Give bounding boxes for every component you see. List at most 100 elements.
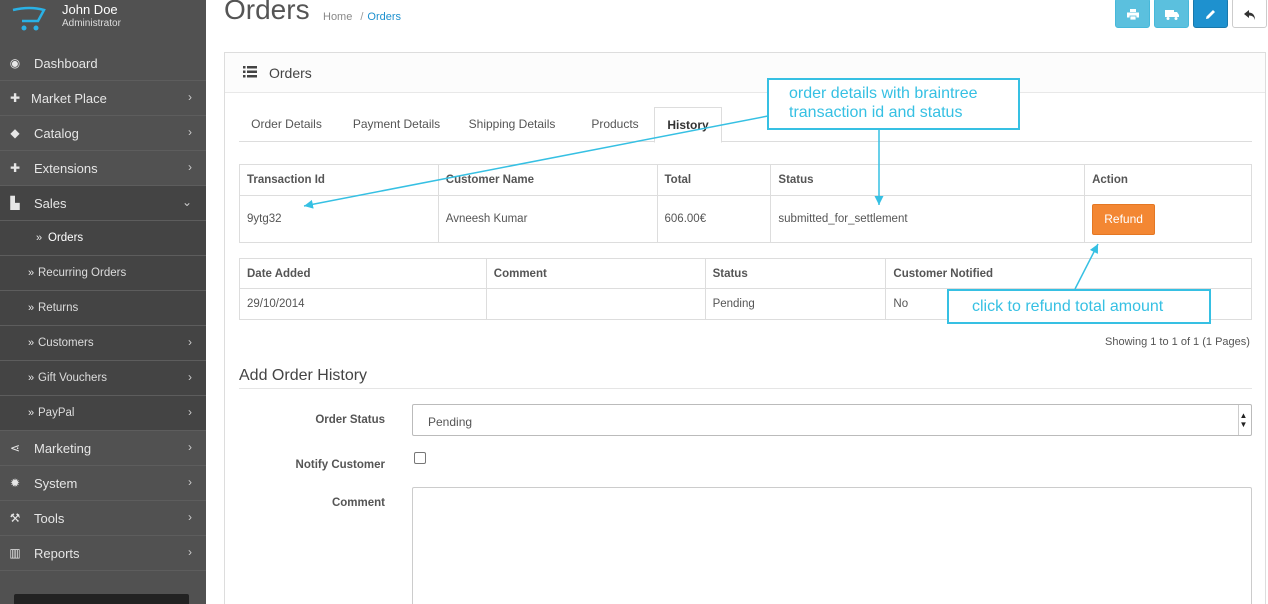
chevron-right-icon: › bbox=[188, 440, 192, 454]
column-header: Transaction Id bbox=[239, 164, 439, 196]
menu-item-sales[interactable]: ▙ Sales ⌄ bbox=[0, 186, 206, 221]
submenu-item-customers[interactable]: » Customers › bbox=[0, 326, 206, 361]
user-role: Administrator bbox=[62, 18, 121, 29]
menu-item-dashboard[interactable]: ◉ Dashboard bbox=[0, 46, 206, 81]
menu-item-marketing[interactable]: ⋖ Marketing › bbox=[0, 431, 206, 466]
gear-icon: ✹ bbox=[9, 476, 21, 490]
chevron-right-icon: › bbox=[188, 125, 192, 139]
tab-payment-details[interactable]: Payment Details bbox=[344, 107, 449, 142]
menu-item-system[interactable]: ✹ System › bbox=[0, 466, 206, 501]
shipping-button[interactable] bbox=[1154, 0, 1189, 28]
sidebar: John Doe Administrator ◉ Dashboard ✚ Mar… bbox=[0, 0, 206, 604]
history-status: Pending bbox=[704, 288, 887, 320]
breadcrumb-home[interactable]: Home bbox=[323, 11, 352, 23]
double-chevron-icon: » bbox=[27, 372, 35, 384]
double-chevron-icon: » bbox=[27, 407, 35, 419]
user-profile[interactable]: John Doe Administrator bbox=[0, 0, 206, 46]
annotation-order-details: order details with braintree transaction… bbox=[767, 78, 1020, 130]
column-header: Date Added bbox=[239, 258, 487, 289]
section-title: Add Order History bbox=[239, 367, 368, 384]
pagination-text: Showing 1 to 1 of 1 (1 Pages) bbox=[1105, 336, 1250, 348]
pencil-icon bbox=[1206, 10, 1215, 20]
order-status-label: Order Status bbox=[315, 414, 385, 426]
sidebar-footer-bar bbox=[14, 594, 189, 604]
user-name: John Doe bbox=[62, 2, 118, 17]
menu-item-label: Marketing bbox=[34, 441, 92, 456]
menu-item-label: Dashboard bbox=[34, 56, 98, 71]
submenu-item-orders[interactable]: » Orders bbox=[0, 221, 206, 256]
annotation-refund: click to refund total amount bbox=[947, 289, 1211, 324]
menu-item-label: Extensions bbox=[34, 161, 98, 176]
menu-item-label: Gift Vouchers bbox=[38, 372, 108, 384]
double-chevron-icon: » bbox=[27, 337, 35, 349]
page-title: Orders bbox=[224, 0, 310, 25]
print-button[interactable] bbox=[1115, 0, 1150, 28]
wrench-icon: ⚒ bbox=[9, 511, 21, 525]
menu-item-reports[interactable]: ▥ Reports › bbox=[0, 536, 206, 571]
menu-item-extensions[interactable]: ✚ Extensions › bbox=[0, 151, 206, 186]
caret-down-icon: ▲ ▼ bbox=[1238, 405, 1248, 435]
printer-icon bbox=[1126, 9, 1139, 21]
order-status-select[interactable]: Pending ▲ ▼ bbox=[412, 404, 1252, 436]
customer-name: Avneesh Kumar bbox=[437, 195, 658, 243]
bar-chart-icon: ▥ bbox=[9, 546, 21, 560]
menu-item-label: PayPal bbox=[38, 407, 75, 419]
main-menu: ◉ Dashboard ✚ Market Place › ◆ Catalog ›… bbox=[0, 46, 206, 571]
menu-item-label: Recurring Orders bbox=[38, 267, 127, 279]
breadcrumb-current[interactable]: Orders bbox=[367, 11, 401, 23]
annotation-line: order details with braintree bbox=[789, 85, 978, 102]
tab-history[interactable]: History bbox=[654, 107, 722, 143]
menu-item-label: Market Place bbox=[31, 91, 107, 106]
column-header: Status bbox=[770, 164, 1086, 196]
chevron-right-icon: › bbox=[188, 475, 192, 489]
menu-item-label: Catalog bbox=[34, 126, 79, 141]
action-cell: Refund bbox=[1084, 195, 1252, 243]
column-header: Action bbox=[1084, 164, 1252, 196]
column-header: Customer Notified bbox=[885, 258, 1252, 289]
comment-label: Comment bbox=[331, 497, 385, 509]
back-button[interactable] bbox=[1232, 0, 1267, 28]
submenu-item-recurring-orders[interactable]: » Recurring Orders bbox=[0, 256, 206, 291]
menu-item-label: Tools bbox=[34, 511, 65, 526]
menu-item-label: Orders bbox=[48, 232, 84, 244]
reply-icon bbox=[1243, 9, 1255, 20]
table-row: 9ytg32 Avneesh Kumar 606.00€ submitted_f… bbox=[239, 195, 1252, 243]
column-header: Status bbox=[704, 258, 887, 289]
transaction-id: 9ytg32 bbox=[239, 195, 439, 243]
history-comment bbox=[485, 288, 706, 320]
double-chevron-icon: » bbox=[27, 267, 35, 279]
chevron-right-icon: › bbox=[188, 370, 192, 384]
panel-title: Orders bbox=[269, 65, 312, 81]
order-tabs: Order Details Payment Details Shipping D… bbox=[239, 107, 1252, 143]
menu-item-label: Reports bbox=[34, 546, 80, 561]
double-chevron-icon: » bbox=[35, 232, 43, 244]
chevron-right-icon: › bbox=[188, 510, 192, 524]
notify-customer-checkbox[interactable] bbox=[414, 452, 426, 464]
order-total: 606.00€ bbox=[656, 195, 772, 243]
breadcrumb-separator: / bbox=[360, 11, 364, 23]
table-header-row: Date Added Comment Status Customer Notif… bbox=[239, 258, 1252, 289]
menu-item-label: System bbox=[34, 476, 78, 491]
annotation-line: click to refund total amount bbox=[972, 298, 1164, 315]
chevron-right-icon: › bbox=[188, 545, 192, 559]
tab-products[interactable]: Products bbox=[575, 107, 655, 142]
submenu-item-returns[interactable]: » Returns bbox=[0, 291, 206, 326]
edit-button[interactable] bbox=[1193, 0, 1228, 28]
chevron-right-icon: › bbox=[188, 160, 192, 174]
tab-order-details[interactable]: Order Details bbox=[239, 107, 334, 142]
menu-item-market-place[interactable]: ✚ Market Place › bbox=[0, 81, 206, 116]
refund-button[interactable]: Refund bbox=[1092, 203, 1156, 235]
menu-item-tools[interactable]: ⚒ Tools › bbox=[0, 501, 206, 536]
submenu-item-paypal[interactable]: » PayPal › bbox=[0, 396, 206, 431]
notify-customer-label: Notify Customer bbox=[295, 459, 385, 471]
truck-icon bbox=[1164, 9, 1179, 20]
column-header: Customer Name bbox=[437, 164, 658, 196]
tab-shipping-details[interactable]: Shipping Details bbox=[457, 107, 567, 142]
comment-textarea[interactable] bbox=[412, 487, 1252, 604]
transaction-status: submitted_for_settlement bbox=[770, 195, 1086, 243]
transaction-table: Transaction Id Customer Name Total Statu… bbox=[239, 164, 1252, 243]
menu-item-catalog[interactable]: ◆ Catalog › bbox=[0, 116, 206, 151]
share-icon: ⋖ bbox=[9, 441, 21, 455]
chevron-down-icon: ⌄ bbox=[181, 195, 192, 209]
submenu-item-gift-vouchers[interactable]: » Gift Vouchers › bbox=[0, 361, 206, 396]
